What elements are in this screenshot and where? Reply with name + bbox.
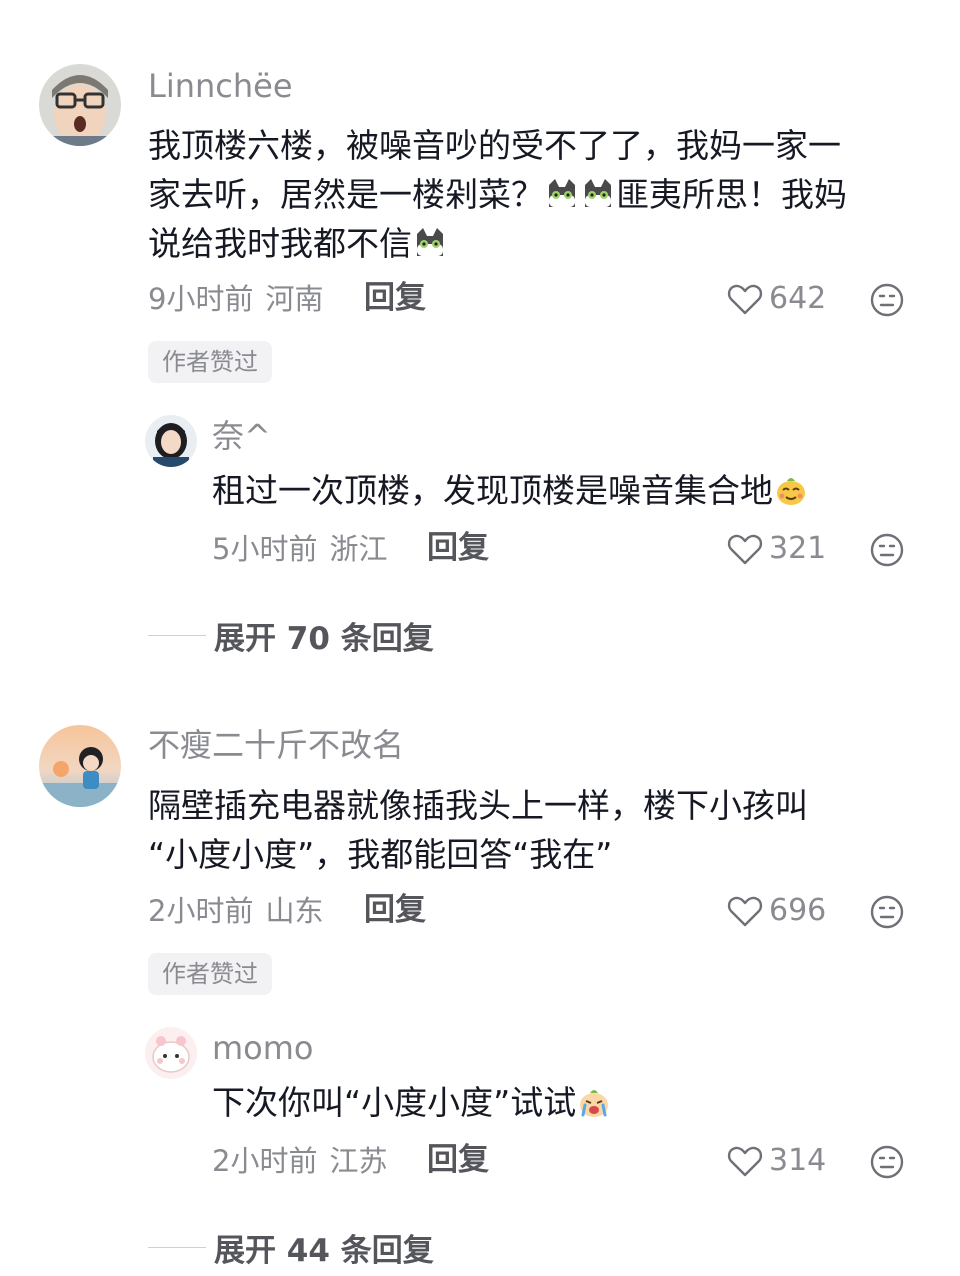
neutral-face-icon (870, 533, 904, 567)
comment-time: 9小时前 (148, 282, 254, 316)
like-button[interactable]: 321 (727, 532, 826, 566)
comment-text-line: 我顶楼六楼，被噪音吵的受不了了，我妈一家一 (148, 126, 841, 165)
avatar[interactable] (145, 1027, 197, 1079)
author-liked-badge: 作者赞过 (148, 341, 272, 383)
reply-author[interactable]: 奈^ (212, 420, 271, 452)
dislike-button[interactable] (869, 282, 905, 318)
comment-location: 山东 (265, 894, 324, 928)
comment-text-segment: 匪夷所思！我妈 (616, 175, 847, 214)
reply-button[interactable]: 回复 (427, 1145, 489, 1176)
comment-text-segment: 家去听，居然是一楼剁菜？ (148, 175, 544, 214)
avatar[interactable] (39, 64, 121, 146)
comment-author[interactable]: 不瘦二十斤不改名 (148, 729, 404, 761)
reply-meta: 2小时前 江苏 (212, 1147, 387, 1176)
expand-replies-label: 展开 70 条回复 (214, 621, 434, 657)
reply-text: 下次你叫“小度小度”试试 (212, 1078, 612, 1127)
neutral-face-icon (870, 1145, 904, 1179)
comment-author[interactable]: Linnchëe (148, 70, 293, 102)
like-button[interactable]: 696 (727, 894, 826, 928)
cat-emoji (581, 177, 615, 211)
dislike-button[interactable] (869, 894, 905, 930)
reply-time: 2小时前 (212, 1144, 318, 1178)
comment-text: 隔壁插充电器就像插我头上一样，楼下小孩叫 “小度小度”，我都能回答“我在” (148, 781, 808, 879)
reply-author[interactable]: momo (212, 1032, 314, 1064)
comment-text-segment: 说给我时我都不信 (148, 224, 412, 263)
reply-location: 江苏 (329, 1144, 388, 1178)
like-button[interactable]: 314 (727, 1144, 826, 1178)
author-liked-badge: 作者赞过 (148, 953, 272, 995)
avatar[interactable] (39, 725, 121, 807)
cat-emoji (413, 226, 447, 260)
crying-face-emoji (577, 1085, 611, 1119)
comment-time: 2小时前 (148, 894, 254, 928)
heart-outline-icon (727, 896, 763, 927)
reply-text: 租过一次顶楼，发现顶楼是噪音集合地 (212, 466, 809, 515)
dislike-button[interactable] (869, 532, 905, 568)
expand-replies-button[interactable]: 展开 44 条回复 (148, 1225, 434, 1270)
heart-outline-icon (727, 1146, 763, 1177)
reply-button[interactable]: 回复 (364, 895, 426, 926)
reply-text-content: 下次你叫“小度小度”试试 (212, 1083, 577, 1122)
comment-meta: 9小时前 河南 (148, 285, 323, 314)
reply-button[interactable]: 回复 (364, 283, 426, 314)
comment-location: 河南 (265, 282, 324, 316)
divider (148, 1247, 206, 1248)
expand-replies-button[interactable]: 展开 70 条回复 (148, 613, 434, 658)
reply-time: 5小时前 (212, 532, 318, 566)
reply-button[interactable]: 回复 (427, 533, 489, 564)
divider (148, 635, 206, 636)
sly-face-emoji (774, 473, 808, 507)
neutral-face-icon (870, 283, 904, 317)
like-count: 696 (769, 893, 827, 928)
like-count: 314 (769, 1143, 827, 1178)
expand-replies-label: 展开 44 条回复 (214, 1233, 434, 1269)
heart-outline-icon (727, 534, 763, 565)
like-button[interactable]: 642 (727, 282, 826, 316)
comment-text-line: 家去听，居然是一楼剁菜？ 匪夷所思！我妈 (148, 170, 847, 219)
comment-text-line: 隔壁插充电器就像插我头上一样，楼下小孩叫 (148, 786, 808, 825)
comment-meta: 2小时前 山东 (148, 897, 323, 926)
reply-meta: 5小时前 浙江 (212, 535, 387, 564)
heart-outline-icon (727, 284, 763, 315)
like-count: 321 (769, 531, 827, 566)
reply-location: 浙江 (329, 532, 388, 566)
comment-text-line: 说给我时我都不信 (148, 219, 847, 268)
dislike-button[interactable] (869, 1144, 905, 1180)
like-count: 642 (769, 281, 827, 316)
comment-text-line: “小度小度”，我都能回答“我在” (148, 835, 613, 874)
avatar[interactable] (145, 415, 197, 467)
cat-emoji (545, 177, 579, 211)
neutral-face-icon (870, 895, 904, 929)
reply-text-content: 租过一次顶楼，发现顶楼是噪音集合地 (212, 471, 773, 510)
comment-text: 我顶楼六楼，被噪音吵的受不了了，我妈一家一 家去听，居然是一楼剁菜？ 匪夷所思！我… (148, 121, 847, 268)
